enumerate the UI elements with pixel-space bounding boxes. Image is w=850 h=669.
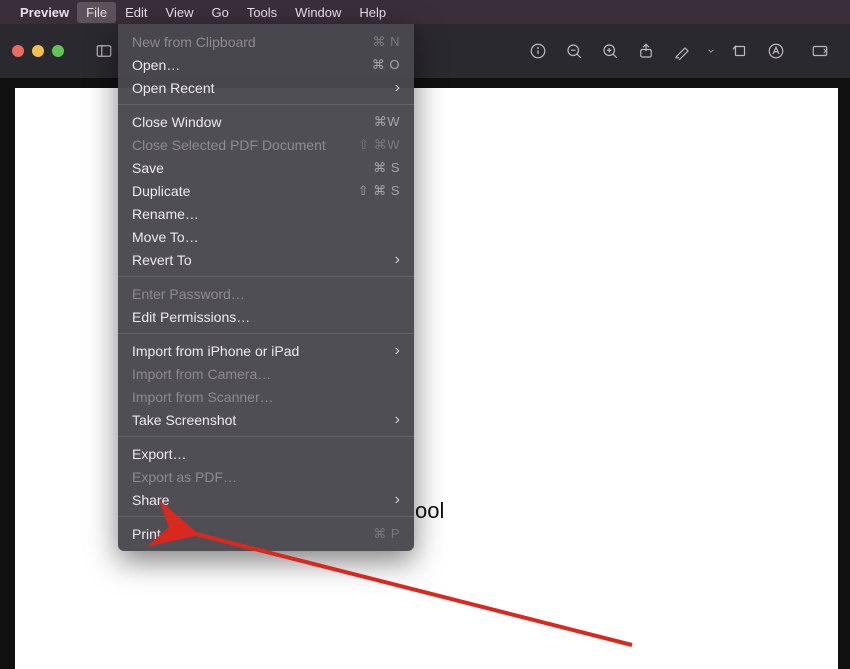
menu-item-export[interactable]: Export… (118, 442, 414, 465)
menu-item-label: Import from Camera… (132, 366, 400, 382)
menu-item-enter-password: Enter Password… (118, 282, 414, 305)
sidebar-toggle-icon[interactable] (90, 37, 118, 65)
app-name[interactable]: Preview (20, 5, 69, 20)
rotate-icon[interactable] (726, 37, 754, 65)
minimize-window-icon[interactable] (32, 45, 44, 57)
chevron-right-icon: › (395, 491, 400, 509)
share-icon[interactable] (632, 37, 660, 65)
menu-item-share[interactable]: Share› (118, 488, 414, 511)
menu-item-move-to[interactable]: Move To… (118, 225, 414, 248)
document-text-fragment: ool (415, 498, 444, 524)
menu-separator (118, 276, 414, 277)
menu-edit[interactable]: Edit (116, 2, 156, 23)
close-window-icon[interactable] (12, 45, 24, 57)
menu-item-label: New from Clipboard (132, 34, 373, 50)
menu-item-import-from-camera: Import from Camera… (118, 362, 414, 385)
menu-item-export-as-pdf: Export as PDF… (118, 465, 414, 488)
menu-separator (118, 436, 414, 437)
search-icon[interactable] (806, 37, 834, 65)
chevron-right-icon: › (395, 342, 400, 360)
menu-help[interactable]: Help (350, 2, 395, 23)
menu-item-rename[interactable]: Rename… (118, 202, 414, 225)
menu-item-label: Close Selected PDF Document (132, 137, 358, 153)
markup-icon[interactable] (762, 37, 790, 65)
menu-go[interactable]: Go (202, 2, 237, 23)
menu-item-revert-to[interactable]: Revert To› (118, 248, 414, 271)
menu-file[interactable]: File (77, 2, 116, 23)
menu-item-label: Rename… (132, 206, 400, 222)
menu-shortcut: ⇧ ⌘W (358, 137, 400, 153)
menu-item-label: Open Recent (132, 80, 395, 96)
menu-shortcut: ⌘ N (373, 34, 401, 50)
menu-item-import-from-iphone-or-ipad[interactable]: Import from iPhone or iPad› (118, 339, 414, 362)
menu-item-label: Revert To (132, 252, 395, 268)
fullscreen-window-icon[interactable] (52, 45, 64, 57)
menu-item-edit-permissions[interactable]: Edit Permissions… (118, 305, 414, 328)
menu-shortcut: ⇧ ⌘ S (358, 183, 400, 199)
menu-tools[interactable]: Tools (238, 2, 286, 23)
menu-view[interactable]: View (157, 2, 203, 23)
menu-item-open[interactable]: Open…⌘ O (118, 53, 414, 76)
menu-item-new-from-clipboard: New from Clipboard⌘ N (118, 30, 414, 53)
menu-item-label: Save (132, 160, 373, 176)
menu-item-label: Open… (132, 57, 372, 73)
highlight-icon[interactable] (668, 37, 696, 65)
zoom-in-icon[interactable] (596, 37, 624, 65)
menu-separator (118, 516, 414, 517)
window-controls[interactable] (12, 45, 64, 57)
menu-item-close-selected-pdf-document: Close Selected PDF Document⇧ ⌘W (118, 133, 414, 156)
menu-item-label: Share (132, 492, 395, 508)
menu-item-import-from-scanner: Import from Scanner… (118, 385, 414, 408)
menu-item-take-screenshot[interactable]: Take Screenshot› (118, 408, 414, 431)
menu-item-label: Duplicate (132, 183, 358, 199)
menu-item-print[interactable]: Print…⌘ P (118, 522, 414, 545)
chevron-down-icon[interactable] (704, 37, 718, 65)
menu-item-label: Import from Scanner… (132, 389, 400, 405)
menu-item-label: Close Window (132, 114, 374, 130)
menu-item-open-recent[interactable]: Open Recent› (118, 76, 414, 99)
chevron-right-icon: › (395, 79, 400, 97)
menu-item-label: Export… (132, 446, 400, 462)
file-menu-dropdown: New from Clipboard⌘ NOpen…⌘ OOpen Recent… (118, 24, 414, 551)
menu-shortcut: ⌘ P (373, 526, 400, 542)
chevron-right-icon: › (395, 411, 400, 429)
zoom-out-icon[interactable] (560, 37, 588, 65)
menu-item-duplicate[interactable]: Duplicate⇧ ⌘ S (118, 179, 414, 202)
menu-item-label: Enter Password… (132, 286, 400, 302)
menu-separator (118, 104, 414, 105)
menu-item-save[interactable]: Save⌘ S (118, 156, 414, 179)
menu-shortcut: ⌘ S (373, 160, 400, 176)
info-icon[interactable] (524, 37, 552, 65)
menu-item-label: Edit Permissions… (132, 309, 400, 325)
menu-separator (118, 333, 414, 334)
menu-window[interactable]: Window (286, 2, 350, 23)
menu-item-label: Import from iPhone or iPad (132, 343, 395, 359)
menu-item-label: Take Screenshot (132, 412, 395, 428)
menu-item-label: Print… (132, 526, 373, 542)
menu-shortcut: ⌘W (374, 114, 400, 130)
system-menubar: Preview File Edit View Go Tools Window H… (0, 0, 850, 24)
chevron-right-icon: › (395, 251, 400, 269)
menu-item-close-window[interactable]: Close Window⌘W (118, 110, 414, 133)
menu-shortcut: ⌘ O (372, 57, 400, 73)
menu-item-label: Move To… (132, 229, 400, 245)
menu-item-label: Export as PDF… (132, 469, 400, 485)
